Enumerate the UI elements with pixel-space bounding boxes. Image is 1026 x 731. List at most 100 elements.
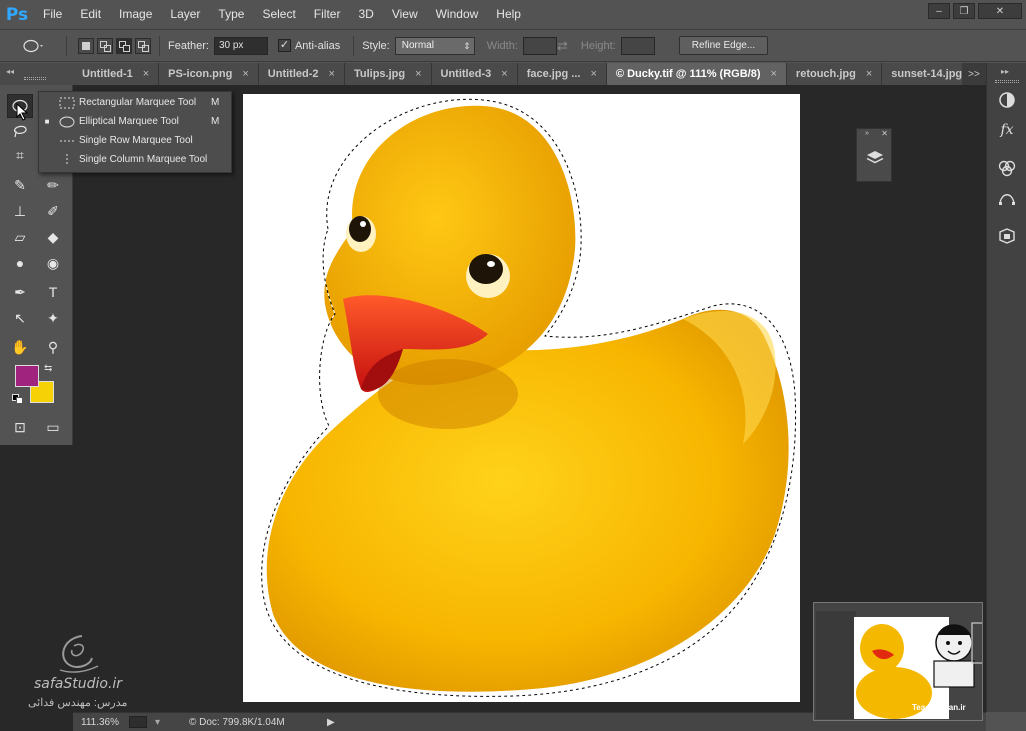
expand-panels-icon[interactable]: ▸▸: [1001, 67, 1009, 76]
custom-shape-tool[interactable]: ✦: [40, 306, 66, 330]
marquee-tool-flyout: Rectangular Marquee Tool M ■ Elliptical …: [38, 91, 232, 173]
menu-select[interactable]: Select: [253, 0, 304, 29]
collapse-toolbar-icon[interactable]: ◂◂: [6, 67, 14, 76]
screen-mode-tool[interactable]: ▭: [40, 415, 66, 439]
antialias-label: Anti-alias: [294, 39, 341, 52]
menu-help[interactable]: Help: [487, 0, 530, 29]
tab-close-icon[interactable]: ×: [329, 68, 335, 80]
close-panel-icon[interactable]: ✕: [881, 129, 888, 138]
styles-button[interactable]: fx: [994, 117, 1020, 143]
refine-edge-button[interactable]: Refine Edge...: [678, 36, 769, 55]
tab-close-icon[interactable]: ×: [770, 68, 776, 80]
eraser-tool[interactable]: ▱: [7, 225, 33, 249]
layers-button[interactable]: [862, 143, 888, 173]
brush-tool[interactable]: ✏: [40, 173, 66, 197]
style-select[interactable]: Normal: [394, 36, 475, 55]
menu-layer[interactable]: Layer: [161, 0, 209, 29]
collapse-panel-icon[interactable]: »: [865, 130, 869, 137]
tab-close-icon[interactable]: ×: [501, 68, 507, 80]
tab-close-icon[interactable]: ×: [143, 68, 149, 80]
paint-bucket-tool[interactable]: ◆: [40, 225, 66, 249]
tool-preset-picker[interactable]: [22, 35, 58, 57]
tab-label: Untitled-3: [440, 68, 492, 80]
height-input[interactable]: [620, 36, 655, 55]
flyout-single-row-marquee[interactable]: Single Row Marquee Tool: [39, 131, 233, 150]
rubber-duck-image: [261, 98, 797, 697]
hand-tool[interactable]: ✋: [7, 335, 33, 359]
width-input[interactable]: [522, 36, 557, 55]
tab-close-icon[interactable]: ×: [590, 68, 596, 80]
type-tool[interactable]: T: [40, 280, 66, 304]
flyout-rectangular-marquee[interactable]: Rectangular Marquee Tool M: [39, 93, 233, 112]
subtract-from-selection-button[interactable]: [116, 37, 132, 54]
menu-image[interactable]: Image: [110, 0, 161, 29]
menu-view[interactable]: View: [383, 0, 427, 29]
history-brush-tool[interactable]: ✐: [40, 199, 66, 223]
menu-edit[interactable]: Edit: [71, 0, 110, 29]
feather-input[interactable]: 30 px: [213, 36, 268, 55]
lasso-icon: [14, 125, 27, 138]
tab-close-icon[interactable]: ×: [415, 68, 421, 80]
document-canvas[interactable]: [243, 94, 800, 702]
properties-button[interactable]: [994, 223, 1020, 249]
add-to-selection-button[interactable]: [97, 37, 113, 54]
tab-retouch[interactable]: retouch.jpg ×: [786, 63, 883, 85]
options-bar: Feather: 30 px ✓ Anti-alias Style: Norma…: [0, 29, 1026, 62]
tab-close-icon[interactable]: ×: [866, 68, 872, 80]
default-colors-icon[interactable]: [12, 394, 24, 404]
new-selection-button[interactable]: [78, 37, 94, 54]
watermark-teacher: مدرس: مهندس فدائی: [28, 697, 128, 709]
tab-sunset[interactable]: sunset-14.jpg: [882, 63, 973, 85]
menu-3d[interactable]: 3D: [349, 0, 382, 29]
menu-window[interactable]: Window: [427, 0, 488, 29]
tab-face[interactable]: face.jpg ... ×: [517, 63, 607, 85]
clone-stamp-tool[interactable]: ⊥: [7, 199, 33, 223]
healing-brush-tool[interactable]: ✎: [7, 173, 33, 197]
single-row-marquee-icon: [55, 134, 79, 148]
photoshop-logo: Ps: [5, 4, 29, 25]
swap-dimensions-icon[interactable]: ⇄: [557, 38, 571, 54]
zoom-level[interactable]: 111.36%: [73, 717, 129, 728]
menu-file[interactable]: File: [34, 0, 71, 29]
close-button[interactable]: ✕: [978, 3, 1022, 19]
status-dropdown-icon[interactable]: ▾: [155, 717, 165, 728]
quick-mask-tool[interactable]: ⊡: [7, 415, 33, 439]
path-selection-tool[interactable]: ↖: [7, 306, 33, 330]
status-menu-arrow[interactable]: ▶: [327, 717, 335, 728]
antialias-checkbox[interactable]: ✓: [277, 39, 291, 52]
tab-untitled-1[interactable]: Untitled-1 ×: [73, 63, 160, 85]
pen-tool[interactable]: ✒: [7, 280, 33, 304]
lasso-tool[interactable]: [7, 118, 33, 142]
swap-colors-icon[interactable]: ⇆: [44, 363, 52, 374]
foreground-color-swatch[interactable]: [15, 365, 39, 387]
blur-tool[interactable]: ●: [7, 251, 33, 275]
channels-button[interactable]: [994, 155, 1020, 181]
tab-ducky[interactable]: © Ducky.tif @ 111% (RGB/8) ×: [606, 63, 787, 85]
paths-button[interactable]: [994, 185, 1020, 211]
tab-ps-icon[interactable]: PS-icon.png ×: [159, 63, 259, 85]
tab-overflow-button[interactable]: >>: [962, 63, 986, 85]
intersect-selection-button[interactable]: [135, 37, 151, 54]
adjustments-button[interactable]: [994, 87, 1020, 113]
toolbar-grip-icon[interactable]: [24, 77, 46, 80]
tab-close-icon[interactable]: ×: [242, 68, 248, 80]
tab-tulips[interactable]: Tulips.jpg ×: [344, 63, 432, 85]
menu-filter[interactable]: Filter: [305, 0, 350, 29]
flyout-elliptical-marquee[interactable]: ■ Elliptical Marquee Tool M: [39, 112, 233, 131]
menu-bar: Ps File Edit Image Layer Type Select Fil…: [0, 0, 1026, 29]
tab-untitled-3[interactable]: Untitled-3 ×: [431, 63, 518, 85]
safa-studio-logo-icon: [59, 635, 99, 673]
elliptical-marquee-icon: [23, 39, 43, 52]
restore-button[interactable]: ❐: [953, 3, 975, 19]
minimize-button[interactable]: –: [928, 3, 950, 19]
dock-grip-icon[interactable]: [995, 80, 1019, 83]
dodge-tool[interactable]: ◉: [40, 251, 66, 275]
menu-type[interactable]: Type: [209, 0, 253, 29]
status-info-icon[interactable]: [129, 716, 147, 728]
crop-tool[interactable]: ⌗: [7, 143, 33, 167]
zoom-tool[interactable]: ⚲: [40, 335, 66, 359]
window-controls: – ❐ ✕: [928, 3, 1022, 19]
flyout-single-column-marquee[interactable]: Single Column Marquee Tool: [39, 150, 233, 169]
toolbar-header[interactable]: ◂◂: [0, 63, 73, 85]
tab-untitled-2[interactable]: Untitled-2 ×: [258, 63, 345, 85]
